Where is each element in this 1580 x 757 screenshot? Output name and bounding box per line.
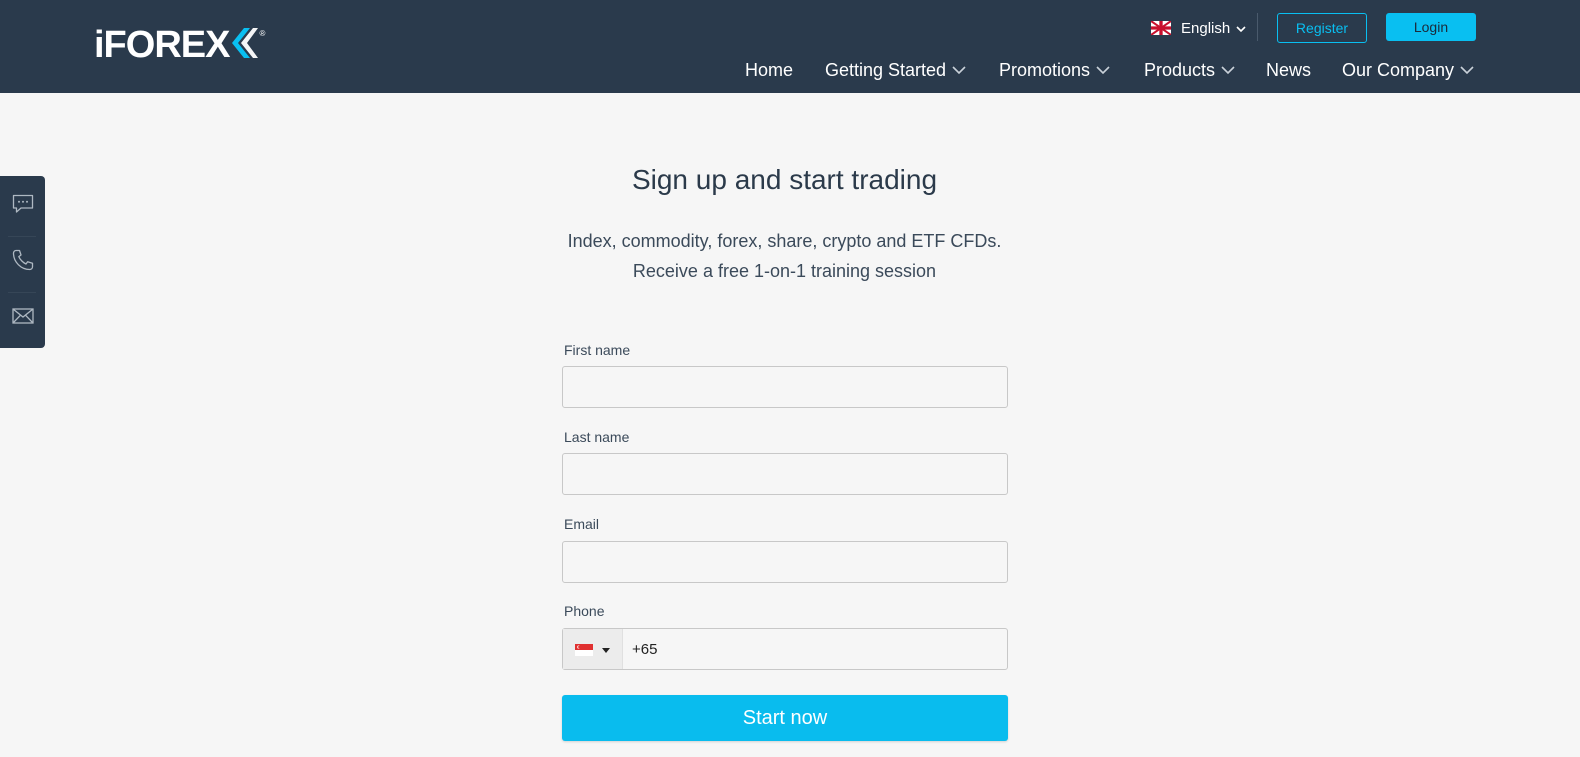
phone-label: Phone (564, 603, 605, 619)
register-button[interactable]: Register (1277, 13, 1367, 43)
country-code-dropdown[interactable] (563, 629, 623, 669)
login-button[interactable]: Login (1386, 13, 1476, 41)
phone-field-group (562, 628, 1008, 670)
language-selector[interactable]: English (1150, 17, 1246, 39)
last-name-label: Last name (564, 429, 630, 445)
start-now-button[interactable]: Start now (562, 695, 1008, 741)
phone-input[interactable] (623, 629, 1007, 669)
first-name-label: First name (564, 342, 631, 358)
nav-item-home[interactable]: Home (745, 57, 793, 83)
language-label: English (1181, 19, 1231, 37)
mail-icon (11, 307, 34, 329)
chevron-down-icon (1221, 65, 1235, 75)
email-field[interactable] (562, 541, 1008, 583)
nav-item-getting-started[interactable]: Getting Started (825, 57, 966, 83)
nav-item-label: Getting Started (825, 59, 947, 80)
nav-item-label: Promotions (999, 59, 1091, 80)
nav-item-label: Home (745, 59, 794, 80)
first-name-field[interactable] (562, 366, 1008, 408)
nav-item-label: Products (1144, 59, 1216, 80)
chevron-down-icon (1460, 65, 1474, 75)
site-header: iFOREX ® English Register Login Home Get… (0, 0, 1580, 93)
singapore-flag-icon (575, 643, 593, 656)
uk-flag-icon (1150, 20, 1172, 36)
last-name-field[interactable] (562, 453, 1008, 495)
email-button[interactable] (0, 290, 45, 346)
email-label: Email (564, 516, 600, 532)
chevron-down-icon (952, 65, 966, 75)
nav-item-label: Our Company (1342, 59, 1455, 80)
main-nav: Home Getting Started Promotions Products… (0, 57, 1580, 83)
nav-item-news[interactable]: News (1266, 57, 1311, 83)
nav-item-our-company[interactable]: Our Company (1342, 57, 1474, 83)
caret-down-icon (602, 640, 610, 658)
logo-registered-mark: ® (259, 28, 266, 38)
nav-item-promotions[interactable]: Promotions (999, 57, 1110, 83)
nav-item-label: News (1266, 59, 1312, 80)
chat-icon (12, 194, 34, 219)
header-divider (1257, 13, 1258, 41)
chevron-down-icon (1236, 20, 1246, 37)
nav-item-products[interactable]: Products (1144, 57, 1235, 83)
page-subtitle-line-2: Receive a free 1-on-1 training session (632, 261, 937, 281)
chevron-down-icon (1096, 65, 1110, 75)
page-subtitle-line-1: Index, commodity, forex, share, crypto a… (567, 231, 1002, 251)
page-title: Sign up and start trading (631, 164, 938, 195)
